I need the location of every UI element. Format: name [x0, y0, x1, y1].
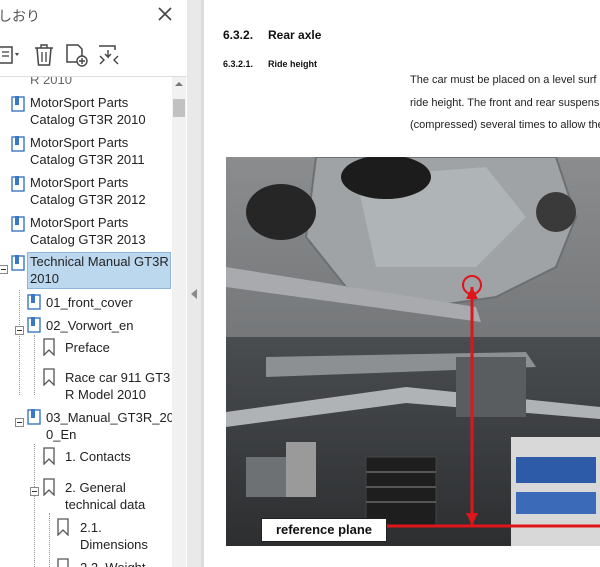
bookmark-ribbon-icon [54, 518, 72, 537]
bookmark-item[interactable]: R 2010 [0, 77, 172, 87]
bookmark-item[interactable]: 03_Manual_GT3R_201 0_En [0, 408, 172, 444]
bookmarks-panel-header: しおり [0, 0, 187, 34]
document-view[interactable]: 6.3.2. Rear axle 6.3.2.1. Ride height Th… [201, 0, 600, 567]
bookmark-item[interactable]: 01_front_cover [0, 293, 172, 313]
bookmark-ribbon-icon [40, 447, 58, 466]
bookmark-label-line-1: Technical Manual GT3R [30, 254, 169, 269]
bookmark-doc-icon [10, 215, 28, 233]
pdf-viewer-window: しおり R 2010 MotorSport Parts Catalog GT3R… [0, 0, 600, 567]
bookmark-label-line-1: MotorSport Parts [30, 215, 129, 230]
bookmark-item[interactable]: MotorSport Parts Catalog GT3R 2011 [0, 133, 172, 169]
expand-bookmark-icon[interactable] [96, 42, 122, 68]
bookmark-label-line-1: 2. General [65, 480, 126, 495]
options-menu-icon[interactable] [0, 42, 24, 68]
scroll-up-arrow-icon[interactable] [172, 77, 186, 91]
bookmark-doc-icon [26, 293, 44, 311]
bookmark-label: 1. Contacts [65, 449, 131, 464]
bookmark-label-line-2: Catalog GT3R 2011 [30, 152, 145, 167]
document-page: 6.3.2. Rear axle 6.3.2.1. Ride height Th… [204, 0, 600, 567]
bookmark-item-selected[interactable]: Technical Manual GT3R 2010 [0, 252, 172, 290]
collapse-toggle-icon[interactable] [15, 322, 24, 335]
collapse-toggle-icon[interactable] [30, 483, 39, 496]
bookmarks-scrollbar[interactable] [172, 77, 186, 567]
bookmark-ribbon-icon [40, 368, 58, 387]
section-number: 6.3.2. [223, 28, 254, 42]
scrollbar-thumb[interactable] [173, 99, 185, 117]
bookmark-item[interactable]: 2.2. Weight [0, 557, 172, 567]
paragraph-line: The car must be placed on a level surf [410, 74, 597, 86]
subsection-number: 6.3.2.1. [223, 59, 254, 69]
bookmark-label-line-2: technical data [65, 497, 146, 512]
bookmark-label: 01_front_cover [46, 295, 133, 310]
paragraph-line: ride height. The front and rear suspensi [410, 97, 600, 109]
bookmark-ribbon-icon [40, 338, 58, 357]
collapse-toggle-icon[interactable] [0, 261, 8, 274]
bookmark-ribbon-icon [40, 478, 58, 497]
delete-icon[interactable] [32, 42, 56, 68]
bookmark-tree: R 2010 MotorSport Parts Catalog GT3R 201… [0, 77, 172, 567]
panel-splitter[interactable] [187, 0, 201, 567]
bookmark-label-line-1: MotorSport Parts [30, 175, 129, 190]
subsection-title: Ride height [268, 59, 317, 69]
reference-plane-label: reference plane [261, 518, 387, 542]
bookmark-item[interactable]: MotorSport Parts Catalog GT3R 2012 [0, 173, 172, 209]
bookmark-label: 2.2. Weight [80, 559, 146, 567]
rear-axle-photo [226, 155, 600, 546]
bookmarks-panel-title: しおり [0, 8, 40, 24]
bookmark-label: R 2010 [30, 77, 72, 87]
bookmark-label: 02_Vorwort_en [46, 318, 134, 333]
bookmark-item[interactable]: 1. Contacts [0, 447, 172, 467]
bookmark-label-line-2: Catalog GT3R 2013 [30, 232, 146, 247]
bookmark-doc-icon [26, 408, 44, 426]
collapse-panel-arrow-icon[interactable] [190, 286, 198, 299]
bookmark-doc-icon [10, 254, 28, 272]
bookmark-item[interactable]: Race car 911 GT3 R Model 2010 [0, 367, 172, 403]
bookmark-item[interactable]: 2.1. Dimensions [0, 517, 172, 553]
bookmark-label-line-2: Catalog GT3R 2010 [30, 112, 146, 127]
bookmarks-toolbar [0, 34, 187, 76]
bookmark-label-line-1: MotorSport Parts [30, 95, 129, 110]
bookmark-label-line-2: 0_En [46, 427, 77, 442]
bookmark-doc-icon [10, 95, 28, 113]
bookmark-label-line-2: Dimensions [80, 537, 148, 552]
bookmark-label-line-2: Catalog GT3R 2012 [30, 192, 146, 207]
bookmark-doc-icon [10, 135, 28, 153]
bookmark-label-line-2: 2010 [30, 271, 59, 286]
close-icon[interactable] [155, 4, 175, 24]
bookmark-item[interactable]: 02_Vorwort_en [0, 316, 172, 336]
bookmark-label: Preface [65, 340, 110, 355]
bookmark-label-line-1: MotorSport Parts [30, 135, 129, 150]
bookmark-label-line-1: Race car 911 GT3 [65, 370, 171, 385]
bookmark-label-line-1: 2.1. [80, 520, 102, 535]
bookmark-item[interactable]: MotorSport Parts Catalog GT3R 2013 [0, 213, 172, 249]
bookmark-label-line-1: 03_Manual_GT3R_201 [46, 410, 172, 425]
bookmarks-panel: しおり R 2010 MotorSport Parts Catalog GT3R… [0, 0, 187, 567]
add-bookmark-icon[interactable] [64, 42, 90, 68]
bookmark-item[interactable]: 2. General technical data [0, 477, 172, 513]
bookmark-item[interactable]: Preface [0, 338, 172, 358]
bookmark-doc-icon [10, 175, 28, 193]
paragraph-line: (compressed) several times to allow the [410, 119, 600, 131]
bookmark-item[interactable]: MotorSport Parts Catalog GT3R 2010 [0, 93, 172, 129]
collapse-toggle-icon[interactable] [15, 414, 24, 427]
bookmark-label-line-2: R Model 2010 [65, 387, 146, 402]
section-title: Rear axle [268, 28, 322, 42]
bookmark-ribbon-icon [54, 558, 72, 567]
bookmark-doc-icon [26, 316, 44, 334]
